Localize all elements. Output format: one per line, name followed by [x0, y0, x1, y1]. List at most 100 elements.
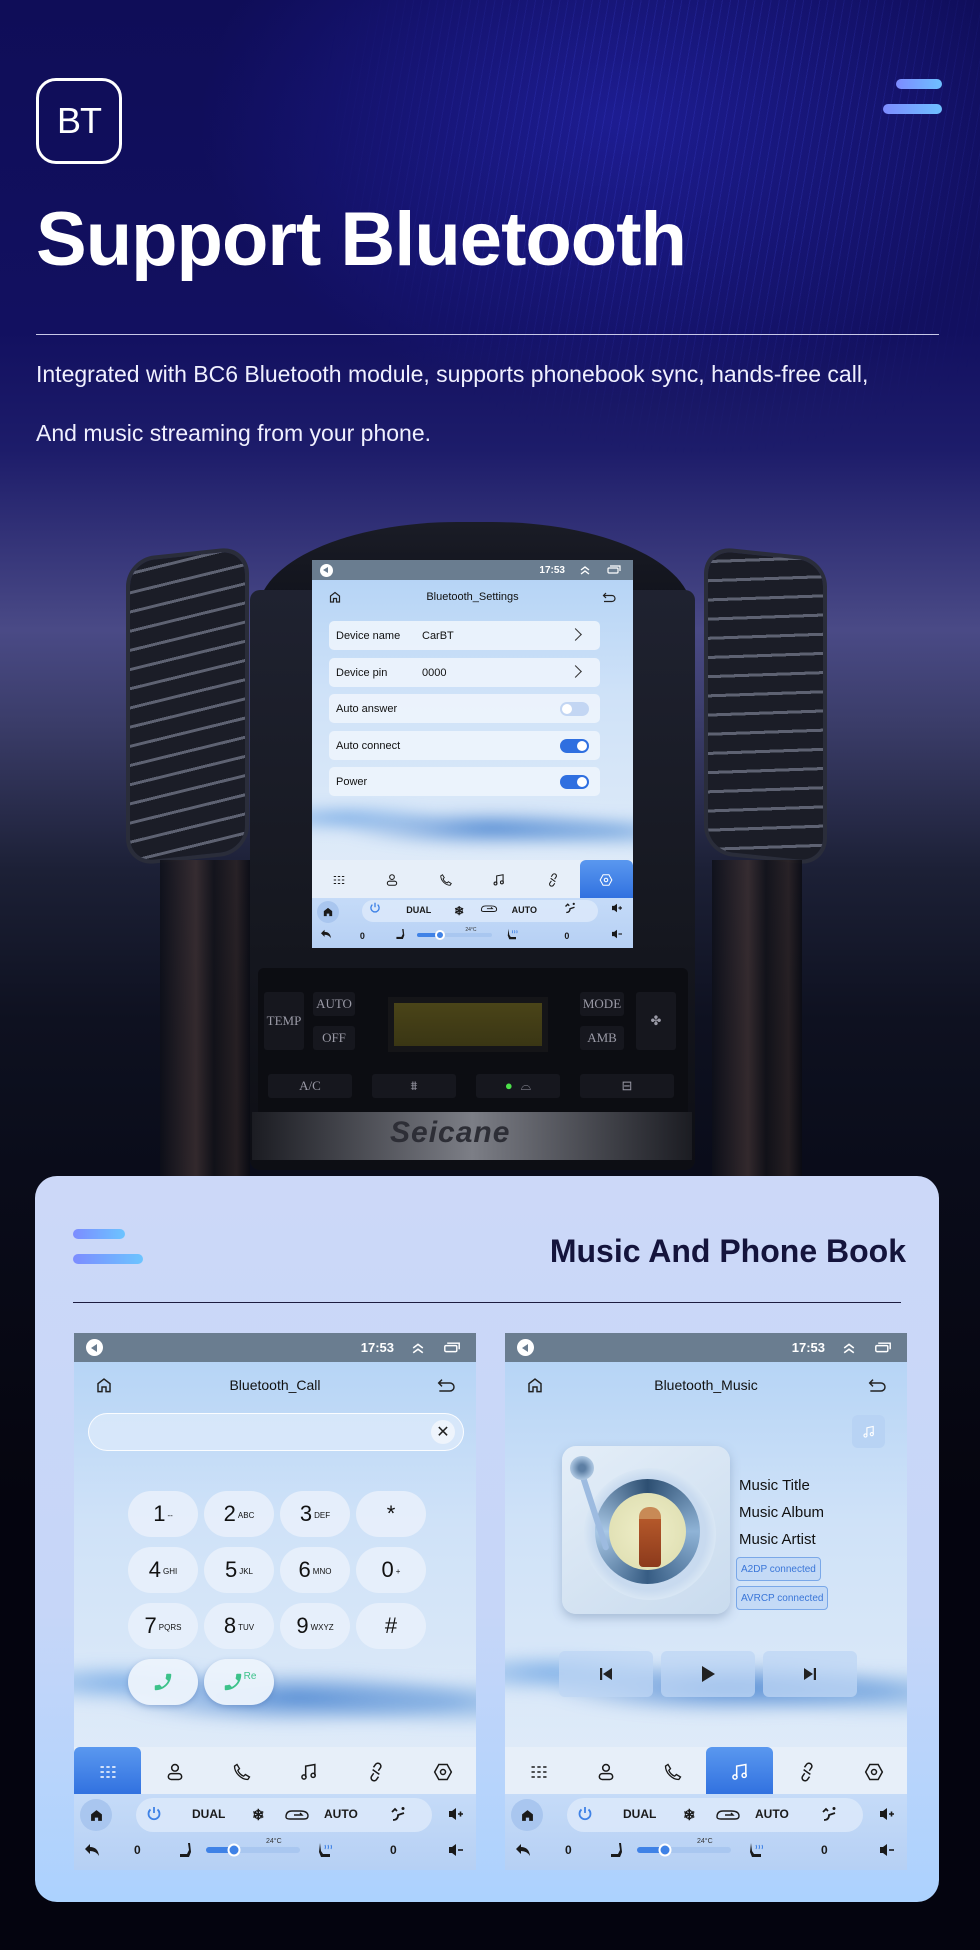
nav-link[interactable] [342, 1747, 409, 1797]
device-name-row[interactable]: Device name CarBT [329, 621, 600, 650]
volume-down-icon[interactable] [611, 929, 623, 939]
dial-key-0[interactable]: 0 + [356, 1547, 426, 1593]
fan-speed-knob[interactable] [658, 1843, 672, 1857]
recirculation-icon[interactable] [715, 1807, 741, 1821]
back-circle-icon[interactable] [320, 563, 333, 577]
nav-settings[interactable] [409, 1747, 476, 1797]
airflow-icon[interactable] [821, 1806, 837, 1822]
nav-dialpad[interactable] [505, 1747, 572, 1797]
music-source-button[interactable] [852, 1415, 885, 1448]
airflow-icon[interactable] [390, 1806, 406, 1822]
return-icon[interactable] [436, 1377, 456, 1393]
nav-music[interactable] [706, 1747, 773, 1797]
double-chevron-up-icon[interactable] [404, 1342, 432, 1354]
menu-icon[interactable] [73, 1229, 143, 1269]
snowflake-icon[interactable]: ❄ [252, 1806, 265, 1824]
double-chevron-up-icon[interactable] [835, 1342, 863, 1354]
fan-speed-knob[interactable] [227, 1843, 241, 1857]
previous-track-button[interactable] [559, 1651, 653, 1697]
dial-key-4[interactable]: 4 GHI [128, 1547, 198, 1593]
auto-connect-toggle[interactable] [560, 739, 589, 753]
dial-key-hash[interactable]: # [356, 1603, 426, 1649]
seat-icon[interactable] [178, 1842, 192, 1858]
nav-call-log[interactable] [639, 1747, 706, 1797]
nav-contacts[interactable] [572, 1747, 639, 1797]
auto-label[interactable]: AUTO [512, 905, 537, 915]
nav-link[interactable] [773, 1747, 840, 1797]
snowflake-icon[interactable]: ❄ [683, 1806, 696, 1824]
dual-label[interactable]: DUAL [192, 1807, 225, 1821]
volume-up-icon[interactable] [448, 1807, 464, 1821]
dial-key-2[interactable]: 2 ABC [204, 1491, 274, 1537]
snowflake-icon[interactable]: ❄ [454, 904, 464, 918]
menu-icon[interactable] [883, 79, 942, 115]
volume-up-icon[interactable] [611, 903, 623, 913]
dial-key-star[interactable]: * [356, 1491, 426, 1537]
fan-speed-knob[interactable] [434, 930, 445, 940]
seat-icon[interactable] [609, 1842, 623, 1858]
clear-icon[interactable]: ✕ [431, 1420, 455, 1444]
nav-music[interactable] [473, 860, 527, 900]
home-icon[interactable] [527, 1377, 543, 1393]
redial-button[interactable]: Re [204, 1659, 274, 1705]
volume-down-icon[interactable] [448, 1843, 464, 1857]
next-track-button[interactable] [763, 1651, 857, 1697]
dial-key-8[interactable]: 8 TUV [204, 1603, 274, 1649]
nav-call-log[interactable] [419, 860, 473, 900]
seat-heat-icon[interactable] [749, 1842, 765, 1858]
volume-down-icon[interactable] [879, 1843, 895, 1857]
nav-dialpad[interactable] [312, 860, 366, 900]
dial-key-1[interactable]: 1 -- [128, 1491, 198, 1537]
fan-speed-slider[interactable] [206, 1843, 300, 1857]
back-arrow-icon[interactable] [320, 929, 332, 939]
dial-key-5[interactable]: 5 JKL [204, 1547, 274, 1593]
auto-label[interactable]: AUTO [755, 1807, 789, 1821]
device-pin-row[interactable]: Device pin 0000 [329, 658, 600, 687]
dial-key-9[interactable]: 9 WXYZ [280, 1603, 350, 1649]
play-button[interactable] [661, 1651, 755, 1697]
nav-settings[interactable] [840, 1747, 907, 1797]
home-icon[interactable] [329, 591, 341, 603]
power-icon[interactable] [369, 902, 381, 914]
dial-key-6[interactable]: 6 MNO [280, 1547, 350, 1593]
fan-speed-slider[interactable] [417, 930, 493, 940]
home-climate-button[interactable] [316, 901, 339, 923]
home-climate-button[interactable] [511, 1799, 543, 1831]
recent-apps-icon[interactable] [440, 1341, 464, 1354]
nav-contacts[interactable] [366, 860, 420, 900]
fan-speed-slider[interactable] [637, 1843, 731, 1857]
nav-music[interactable] [275, 1747, 342, 1797]
power-icon[interactable] [146, 1806, 162, 1822]
double-chevron-up-icon[interactable] [573, 565, 597, 575]
nav-contacts[interactable] [141, 1747, 208, 1797]
back-circle-icon[interactable] [86, 1339, 103, 1356]
recirculation-icon[interactable] [284, 1807, 310, 1821]
recirculation-icon[interactable] [480, 903, 498, 913]
call-button[interactable] [128, 1659, 198, 1705]
auto-answer-toggle[interactable] [560, 702, 589, 716]
seat-heat-icon[interactable] [318, 1842, 334, 1858]
volume-up-icon[interactable] [879, 1807, 895, 1821]
power-icon[interactable] [577, 1806, 593, 1822]
dial-key-3[interactable]: 3 DEF [280, 1491, 350, 1537]
back-arrow-icon[interactable] [515, 1843, 531, 1857]
nav-dialpad[interactable] [74, 1747, 141, 1797]
phone-number-input[interactable]: ✕ [88, 1413, 464, 1451]
seat-icon[interactable] [395, 928, 405, 940]
dual-label[interactable]: DUAL [406, 905, 431, 915]
auto-label[interactable]: AUTO [324, 1807, 358, 1821]
recent-apps-icon[interactable] [603, 565, 625, 575]
airflow-icon[interactable] [564, 902, 576, 914]
back-circle-icon[interactable] [517, 1339, 534, 1356]
return-icon[interactable] [867, 1377, 887, 1393]
nav-link[interactable] [526, 860, 580, 900]
power-toggle[interactable] [560, 775, 589, 789]
home-icon[interactable] [96, 1377, 112, 1393]
home-climate-button[interactable] [80, 1799, 112, 1831]
nav-settings[interactable] [579, 860, 633, 900]
dial-key-7[interactable]: 7 PQRS [128, 1603, 198, 1649]
seat-heat-icon[interactable] [507, 928, 519, 940]
nav-call-log[interactable] [208, 1747, 275, 1797]
recent-apps-icon[interactable] [871, 1341, 895, 1354]
back-arrow-icon[interactable] [84, 1843, 100, 1857]
